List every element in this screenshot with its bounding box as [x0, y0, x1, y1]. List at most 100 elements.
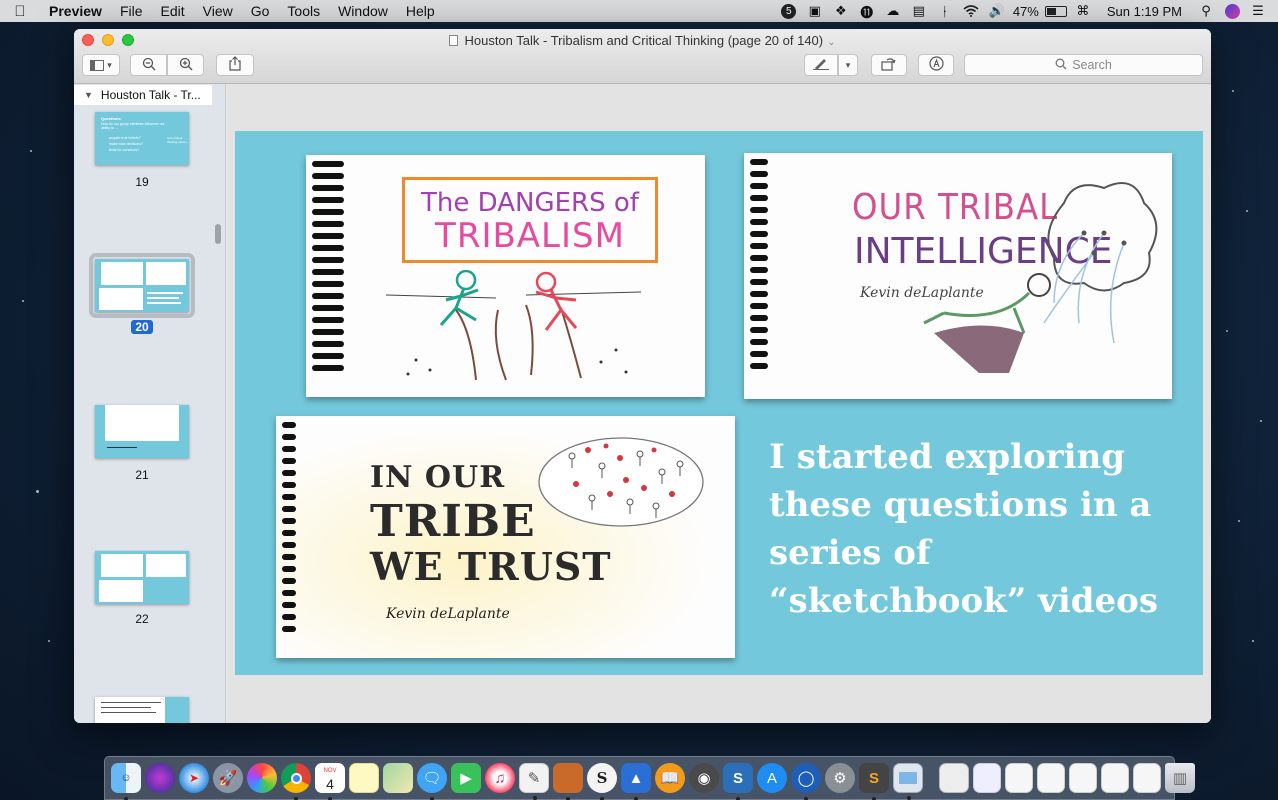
chevron-down-icon: ▾: [845, 59, 851, 70]
dangers-title-box: The DANGERS of TRIBALISM: [402, 177, 658, 263]
thumb-19-bullet-3: think for ourselves?: [109, 148, 140, 152]
dock: ☺ ➤ 🚀 NOV 4 🗨 ▶ ♫ ✎ S ▲ 📖 ◉ S A ◯ ⚙ S ▥: [104, 756, 1195, 800]
apple-menu-icon[interactable]: : [0, 3, 40, 20]
calendar-icon[interactable]: NOV 4: [315, 763, 345, 800]
markup-options-button[interactable]: ▾: [838, 54, 858, 76]
page-label-22: 22: [135, 612, 149, 626]
preview-window: Houston Talk - Tribalism and Critical Th…: [74, 29, 1211, 723]
page-thumbnail-23[interactable]: [95, 697, 189, 723]
bluetooth-icon[interactable]: ᛂ: [935, 2, 955, 20]
card-our-tribal-intelligence: OUR TRIBAL INTELLIGENCE Kevin deLaplante: [744, 153, 1172, 399]
zoom-in-button[interactable]: [167, 54, 204, 76]
window-thumb-2-icon[interactable]: [1005, 763, 1033, 793]
battery-icon[interactable]: [1044, 5, 1067, 17]
trash-icon[interactable]: ▥: [1165, 763, 1195, 793]
share-button[interactable]: [216, 54, 254, 76]
rotate-button[interactable]: [871, 54, 907, 76]
page-thumbnail-22[interactable]: [95, 551, 189, 604]
keyboard-icon[interactable]: ⌘: [1073, 2, 1093, 20]
page-label-19: 19: [135, 175, 149, 189]
window-thumb-3-icon[interactable]: [1037, 763, 1065, 793]
ibooks-icon[interactable]: 📖: [655, 763, 685, 793]
camera-icon[interactable]: ▣: [805, 2, 825, 20]
menu-tools[interactable]: Tools: [278, 3, 329, 19]
markup-icon: [928, 56, 944, 74]
snagit-icon[interactable]: S: [723, 763, 753, 800]
finder-icon[interactable]: ☺: [111, 763, 141, 800]
app-menu[interactable]: Preview: [40, 3, 111, 19]
dangers-line-2: TRIBALISM: [435, 216, 625, 256]
maps-icon[interactable]: [383, 763, 413, 793]
battery-percent[interactable]: 47%: [1013, 4, 1039, 19]
menu-window[interactable]: Window: [329, 3, 397, 19]
facetime-icon[interactable]: ▶: [451, 763, 481, 793]
page-thumbnail-21[interactable]: [95, 405, 189, 458]
clock[interactable]: Sun 1:19 PM: [1099, 4, 1190, 19]
menu-file[interactable]: File: [111, 3, 152, 19]
1password-tray-icon[interactable]: ⓫: [857, 2, 877, 20]
page-label-21: 21: [135, 468, 149, 482]
page-thumbnail-20[interactable]: [89, 253, 195, 318]
scrivener-icon[interactable]: S: [587, 763, 617, 800]
notes-icon[interactable]: [349, 763, 379, 793]
thumbnail-sidebar[interactable]: ▼ Houston Talk - Tr... Questions: How do…: [74, 84, 226, 723]
menu-bar:  Preview File Edit View Go Tools Window…: [0, 0, 1278, 22]
sidebar-document-header[interactable]: ▼ Houston Talk - Tr...: [74, 85, 212, 105]
chrome-icon[interactable]: [281, 763, 311, 800]
sublime-icon[interactable]: S: [859, 763, 889, 800]
page-thumbnail-19[interactable]: Questions: How do our group identities i…: [95, 112, 189, 165]
search-placeholder: Search: [1072, 58, 1112, 72]
thumb-19-bullet-1: acquire true beliefs?: [109, 136, 141, 140]
spotlight-search-icon[interactable]: ⚲: [1196, 2, 1216, 20]
system-preferences-icon[interactable]: ⚙: [825, 763, 855, 793]
window-thumb-6-icon[interactable]: [1133, 763, 1161, 793]
books-icon[interactable]: [553, 763, 583, 800]
document-view[interactable]: The DANGERS of TRIBALISM OUR TRIBAL INTE…: [227, 84, 1211, 723]
photo-booth-icon[interactable]: ◉: [689, 763, 719, 793]
siri-icon[interactable]: [145, 763, 175, 793]
badge-5-icon[interactable]: 5: [779, 2, 799, 20]
markup-toolbar-button[interactable]: [918, 54, 954, 76]
safari-icon[interactable]: ➤: [179, 763, 209, 793]
disclosure-triangle-icon[interactable]: ▼: [84, 90, 93, 100]
launchpad-icon[interactable]: 🚀: [213, 763, 243, 793]
docs-icon[interactable]: [939, 763, 969, 793]
keynote-icon[interactable]: ▲: [621, 763, 651, 800]
cliff-figures-illustration: [386, 270, 642, 381]
photos-icon[interactable]: [247, 763, 277, 793]
menu-help[interactable]: Help: [397, 3, 444, 19]
preview-icon[interactable]: [893, 763, 923, 800]
dropbox-icon[interactable]: ❖: [831, 2, 851, 20]
search-input[interactable]: Search: [964, 54, 1203, 76]
wifi-icon[interactable]: [961, 2, 981, 20]
volume-icon[interactable]: 🔊: [987, 2, 1007, 20]
window-thumb-4-icon[interactable]: [1069, 763, 1097, 793]
display-icon[interactable]: ▤: [909, 2, 929, 20]
menu-view[interactable]: View: [194, 3, 242, 19]
markup-pen-button[interactable]: [804, 54, 838, 76]
textedit-icon[interactable]: ✎: [519, 763, 549, 800]
zoom-in-icon: [179, 57, 193, 74]
slide-caption-text: I started exploring these questions in a…: [769, 437, 1158, 621]
zoom-out-button[interactable]: [130, 54, 167, 76]
thought-bubble-illustration: [538, 437, 704, 527]
zoom-out-icon: [142, 57, 156, 74]
app-store-icon[interactable]: A: [757, 763, 787, 793]
thumb-19-bullet-2: make wise decisions?: [109, 142, 144, 146]
1password-icon[interactable]: ◯: [791, 763, 821, 800]
window-thumb-1-icon[interactable]: [973, 763, 1001, 793]
window-title[interactable]: Houston Talk - Tribalism and Critical Th…: [74, 33, 1211, 48]
sidebar-toggle-button[interactable]: ▾: [82, 54, 120, 76]
notification-center-icon[interactable]: ☰: [1248, 2, 1268, 20]
sidebar-scrollbar[interactable]: [215, 224, 221, 244]
messages-icon[interactable]: 🗨: [417, 763, 447, 800]
tree-figure-illustration: [923, 182, 1158, 373]
thumb-19-side: core critical thinking values: [167, 136, 187, 144]
itunes-icon[interactable]: ♫: [485, 763, 515, 793]
menu-edit[interactable]: Edit: [152, 3, 194, 19]
menu-go[interactable]: Go: [242, 3, 279, 19]
siri-tray-icon[interactable]: [1222, 2, 1242, 20]
cloud-icon[interactable]: ☁: [883, 2, 903, 20]
rotate-icon: [881, 57, 897, 74]
window-thumb-5-icon[interactable]: [1101, 763, 1129, 793]
